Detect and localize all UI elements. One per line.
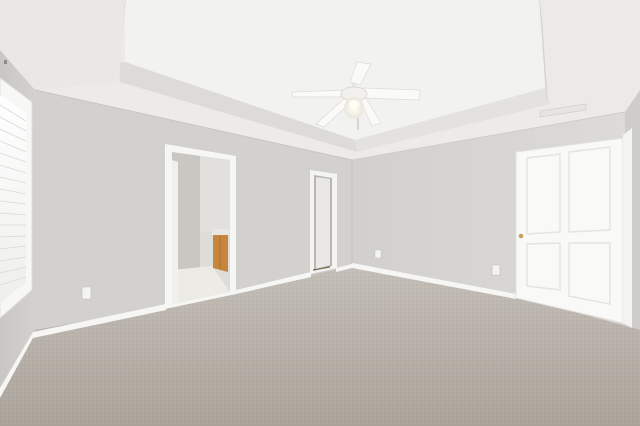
door-knob	[518, 233, 524, 239]
ceiling-right	[540, 0, 640, 112]
door-casing	[623, 128, 632, 328]
bathroom-vanity	[213, 234, 228, 272]
closet-door	[316, 177, 330, 269]
wall-outlet-right	[491, 264, 501, 276]
bathroom-door-edge	[172, 160, 178, 304]
wall-outlet	[81, 286, 92, 300]
empty-bedroom-photo	[0, 0, 640, 426]
room-illustration	[0, 0, 640, 426]
